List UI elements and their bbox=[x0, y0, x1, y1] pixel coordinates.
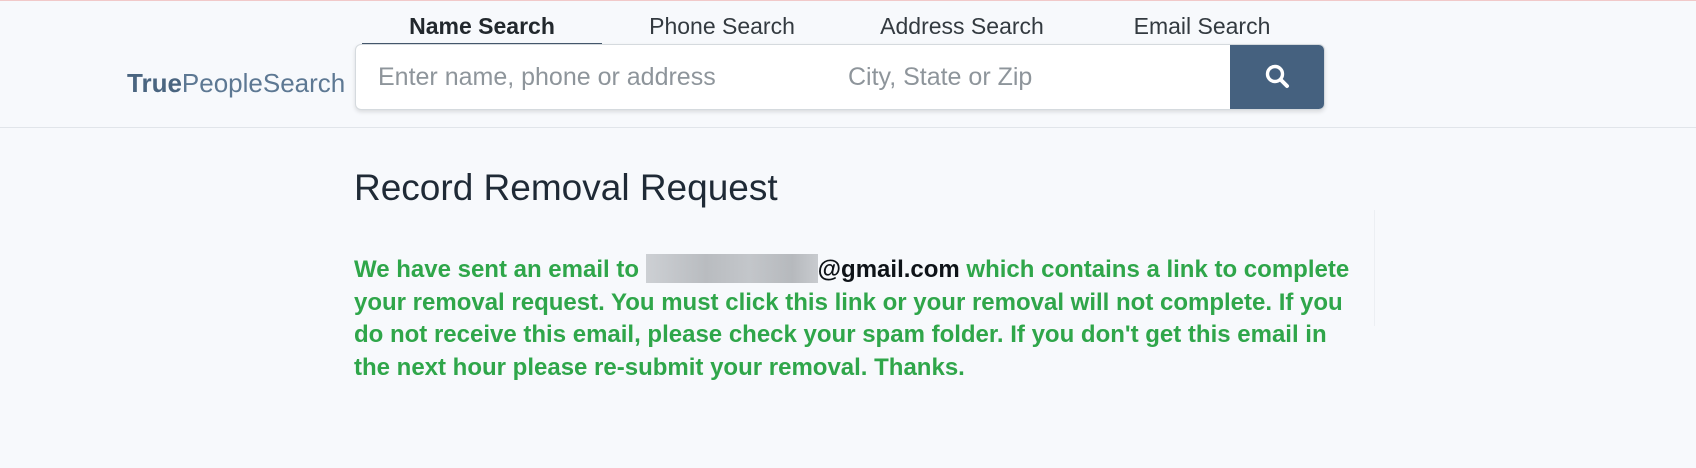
tab-email-search[interactable]: Email Search bbox=[1082, 3, 1322, 43]
tab-name-search[interactable]: Name Search bbox=[362, 3, 602, 45]
confirmation-message: We have sent an email to @gmail.com whic… bbox=[354, 254, 1354, 384]
message-intro: We have sent an email to bbox=[354, 256, 646, 283]
divider bbox=[1374, 210, 1375, 326]
logo-strong-text: True bbox=[127, 68, 182, 98]
page-title: Record Removal Request bbox=[354, 167, 778, 208]
site-header: Name Search Phone Search Address Search … bbox=[0, 1, 1696, 128]
tab-phone-search[interactable]: Phone Search bbox=[602, 3, 842, 43]
location-search-input[interactable] bbox=[848, 45, 1198, 109]
email-domain: @gmail.com bbox=[817, 256, 960, 283]
name-search-input[interactable] bbox=[378, 45, 828, 109]
logo-rest-text: PeopleSearch bbox=[181, 68, 346, 98]
search-icon bbox=[1264, 63, 1290, 92]
site-logo[interactable]: TruePeopleSearch bbox=[127, 67, 345, 99]
redacted-email-username bbox=[645, 254, 818, 283]
search-button[interactable] bbox=[1230, 45, 1324, 109]
search-bar bbox=[355, 44, 1325, 110]
tab-address-search[interactable]: Address Search bbox=[842, 3, 1082, 43]
search-tabs: Name Search Phone Search Address Search … bbox=[362, 3, 1322, 45]
